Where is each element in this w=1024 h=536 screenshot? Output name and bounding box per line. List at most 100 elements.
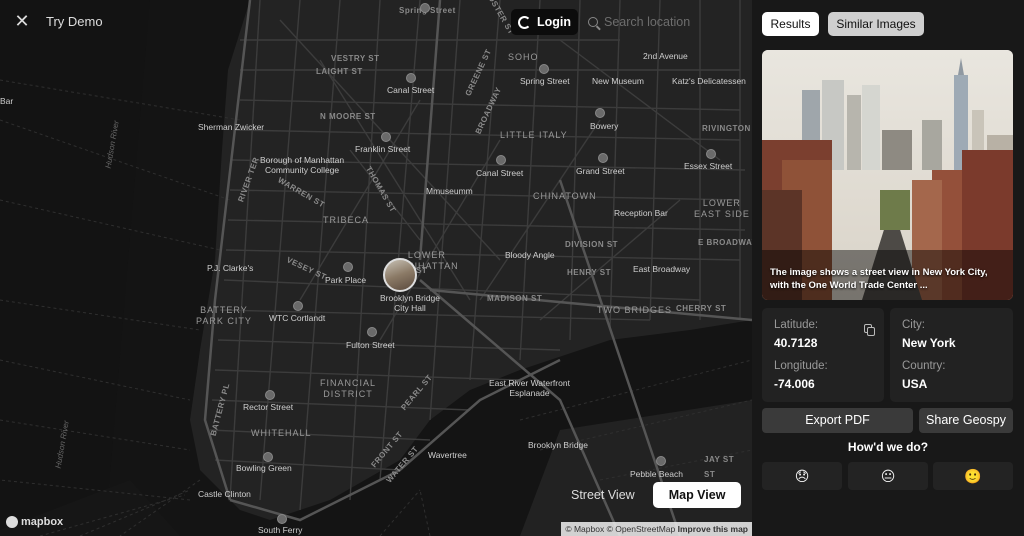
country-value: USA bbox=[902, 377, 928, 391]
tab-similar-images[interactable]: Similar Images bbox=[828, 12, 924, 36]
subway-station-icon[interactable] bbox=[595, 108, 605, 118]
login-label: Login bbox=[536, 15, 571, 29]
map-label: TWO BRIDGES bbox=[597, 305, 673, 315]
improve-map-link[interactable]: Improve this map bbox=[678, 524, 748, 534]
map-label: Bloody Angle bbox=[505, 250, 555, 260]
map-label: LAIGHT ST bbox=[316, 67, 363, 76]
map-canvas[interactable]: Spring Street WOOSTER ST VESTRY ST LAIGH… bbox=[0, 0, 752, 536]
subway-station-icon[interactable] bbox=[263, 452, 273, 462]
rating-neutral-button[interactable]: 😐 bbox=[848, 462, 928, 490]
copy-icon[interactable] bbox=[864, 324, 876, 336]
map-label: HENRY ST bbox=[567, 268, 612, 277]
map-label: WHITEHALL bbox=[251, 428, 312, 438]
map-label: FINANCIAL DISTRICT bbox=[320, 378, 377, 399]
map-label: DIVISION ST bbox=[565, 240, 619, 249]
search-input[interactable] bbox=[604, 15, 734, 29]
view-toggle: Street View Map View bbox=[563, 482, 742, 508]
city-label: City: bbox=[902, 319, 925, 331]
mapbox-logo[interactable]: mapbox bbox=[6, 516, 63, 528]
map-label: Mmuseumm bbox=[426, 186, 473, 196]
close-icon: ✕ bbox=[14, 11, 30, 31]
map-label: Essex Street bbox=[684, 161, 733, 171]
latitude-label: Latitude: bbox=[774, 319, 819, 331]
subway-station-icon[interactable] bbox=[265, 390, 275, 400]
country-label: Country: bbox=[902, 360, 946, 372]
subway-station-icon[interactable] bbox=[277, 514, 287, 524]
map-label: Spring Street bbox=[520, 76, 570, 86]
map-label: ST bbox=[704, 470, 716, 479]
map-label: 2nd Avenue bbox=[643, 51, 688, 61]
map-label: Park Place bbox=[325, 275, 367, 285]
map-label: Pebble Beach bbox=[630, 469, 683, 479]
map-label: WTC Cortlandt bbox=[269, 313, 326, 323]
map-label: Canal Street bbox=[387, 85, 435, 95]
map-label: CHINATOWN bbox=[533, 191, 597, 201]
subway-station-icon[interactable] bbox=[381, 132, 391, 142]
map-label: N MOORE ST bbox=[320, 112, 376, 121]
city-value: New York bbox=[902, 336, 956, 350]
map-label: Fulton Street bbox=[346, 340, 395, 350]
subway-station-icon[interactable] bbox=[598, 153, 608, 163]
map-label: Sherman Zwicker bbox=[198, 122, 265, 132]
map-attribution: © Mapbox © OpenStreetMap Improve this ma… bbox=[561, 522, 752, 536]
map-label: East Broadway bbox=[633, 264, 691, 274]
map-view-button[interactable]: Map View bbox=[652, 482, 742, 508]
search-icon bbox=[588, 17, 598, 27]
attribution-osm-link[interactable]: © OpenStreetMap bbox=[607, 524, 676, 534]
results-panel: Results Similar Images The image shows a… bbox=[752, 0, 1024, 536]
share-geospy-button[interactable]: Share Geospy bbox=[919, 408, 1013, 433]
map-label: South Ferry bbox=[258, 525, 303, 535]
place-card: City: New York Country: USA bbox=[890, 308, 1013, 402]
subway-station-icon[interactable] bbox=[343, 262, 353, 272]
map-label: JAY ST bbox=[704, 455, 735, 464]
subway-station-icon[interactable] bbox=[293, 301, 303, 311]
search-box[interactable] bbox=[588, 11, 748, 33]
map-label: P.J. Clarke's bbox=[207, 263, 254, 273]
photo-caption: The image shows a street view in New Yor… bbox=[770, 267, 988, 291]
map-label: Brooklyn Bridge City Hall bbox=[380, 293, 441, 313]
map-label: BATTERY PARK CITY bbox=[196, 305, 252, 326]
map-label: Brooklyn Bridge bbox=[528, 440, 589, 450]
map-label: RIVINGTON bbox=[702, 124, 751, 133]
map-label: Wavertree bbox=[428, 450, 467, 460]
map-label: SOHO bbox=[508, 52, 539, 62]
login-button[interactable]: Login bbox=[511, 9, 578, 35]
coordinates-card: Latitude: 40.7128 Longitude: -74.006 bbox=[762, 308, 884, 402]
export-pdf-button[interactable]: Export PDF bbox=[762, 408, 913, 433]
subway-station-icon[interactable] bbox=[367, 327, 377, 337]
geospy-logo-icon bbox=[517, 15, 531, 29]
subway-station-icon[interactable] bbox=[656, 456, 666, 466]
subway-station-icon[interactable] bbox=[706, 149, 716, 159]
map-label: Bar bbox=[0, 96, 14, 106]
street-photo[interactable]: The image shows a street view in New Yor… bbox=[762, 50, 1013, 300]
map-label: Rector Street bbox=[243, 402, 294, 412]
map-label: Franklin Street bbox=[355, 144, 411, 154]
map-label: Borough of Manhattan Community College bbox=[260, 155, 345, 175]
longitude-label: Longitude: bbox=[774, 360, 828, 372]
longitude-value: -74.006 bbox=[774, 377, 815, 391]
map-label: New Museum bbox=[592, 76, 644, 86]
try-demo-label: Try Demo bbox=[46, 14, 103, 29]
map-label: LITTLE ITALY bbox=[500, 130, 568, 140]
map-label: Castle Clinton bbox=[198, 489, 251, 499]
street-view-button[interactable]: Street View bbox=[563, 484, 643, 506]
latitude-value: 40.7128 bbox=[774, 336, 818, 350]
rating-bad-button[interactable]: 😞 bbox=[762, 462, 842, 490]
close-button[interactable]: ✕ bbox=[12, 11, 32, 31]
subway-station-icon[interactable] bbox=[420, 3, 430, 13]
attribution-mapbox-link[interactable]: © Mapbox bbox=[565, 524, 604, 534]
map-label: Reception Bar bbox=[614, 208, 668, 218]
subway-station-icon[interactable] bbox=[539, 64, 549, 74]
map-label: MADISON ST bbox=[487, 294, 543, 303]
map-label: CHERRY ST bbox=[676, 304, 727, 313]
street-photo-image bbox=[762, 50, 1013, 300]
tab-results[interactable]: Results bbox=[762, 12, 819, 36]
subway-station-icon[interactable] bbox=[406, 73, 416, 83]
location-marker[interactable] bbox=[383, 258, 417, 292]
map-label: E BROADWAY bbox=[698, 238, 752, 247]
map-label: Bowery bbox=[590, 121, 619, 131]
map-label: East River Waterfront Esplanade bbox=[489, 378, 570, 398]
rating-good-button[interactable]: 🙂 bbox=[933, 462, 1013, 490]
subway-station-icon[interactable] bbox=[496, 155, 506, 165]
mapbox-label: mapbox bbox=[21, 516, 64, 528]
